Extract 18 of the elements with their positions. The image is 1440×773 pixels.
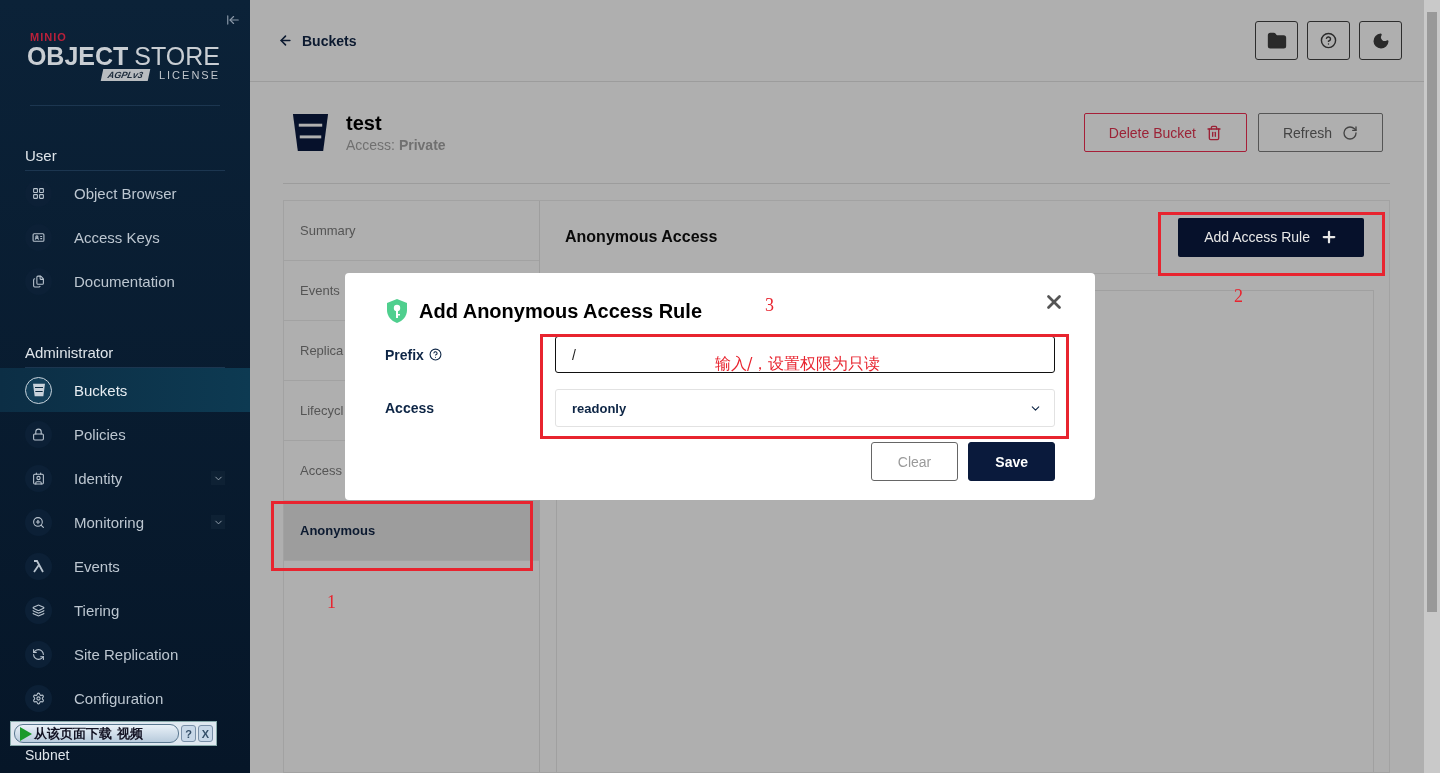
section-title: Administrator [24,342,115,363]
panel-title: Anonymous Access [565,228,718,246]
logo-product-text: OBJECT [26,43,129,69]
bucket-name: test [346,112,383,135]
annotation-overlay: 输入/，设置权限为只读 [715,354,881,375]
field-label: Prefix [385,346,424,363]
field-label: Access [385,400,435,416]
annotation-number: 3 [765,295,774,316]
logo-brand-text: MINIO [30,32,67,43]
annotation-number: 2 [1234,286,1243,307]
modal-title: Add Anonymous Access Rule [419,299,703,323]
bucket-access-text: Access: Private [346,137,446,153]
section-title: User [24,145,58,166]
license-badge: AGPLv3 [100,69,151,81]
logo-product-text: STORE [134,43,220,69]
section-title: Subnet [24,747,71,763]
license-text: LICENSE [158,69,220,81]
annotation-number: 1 [327,592,336,613]
